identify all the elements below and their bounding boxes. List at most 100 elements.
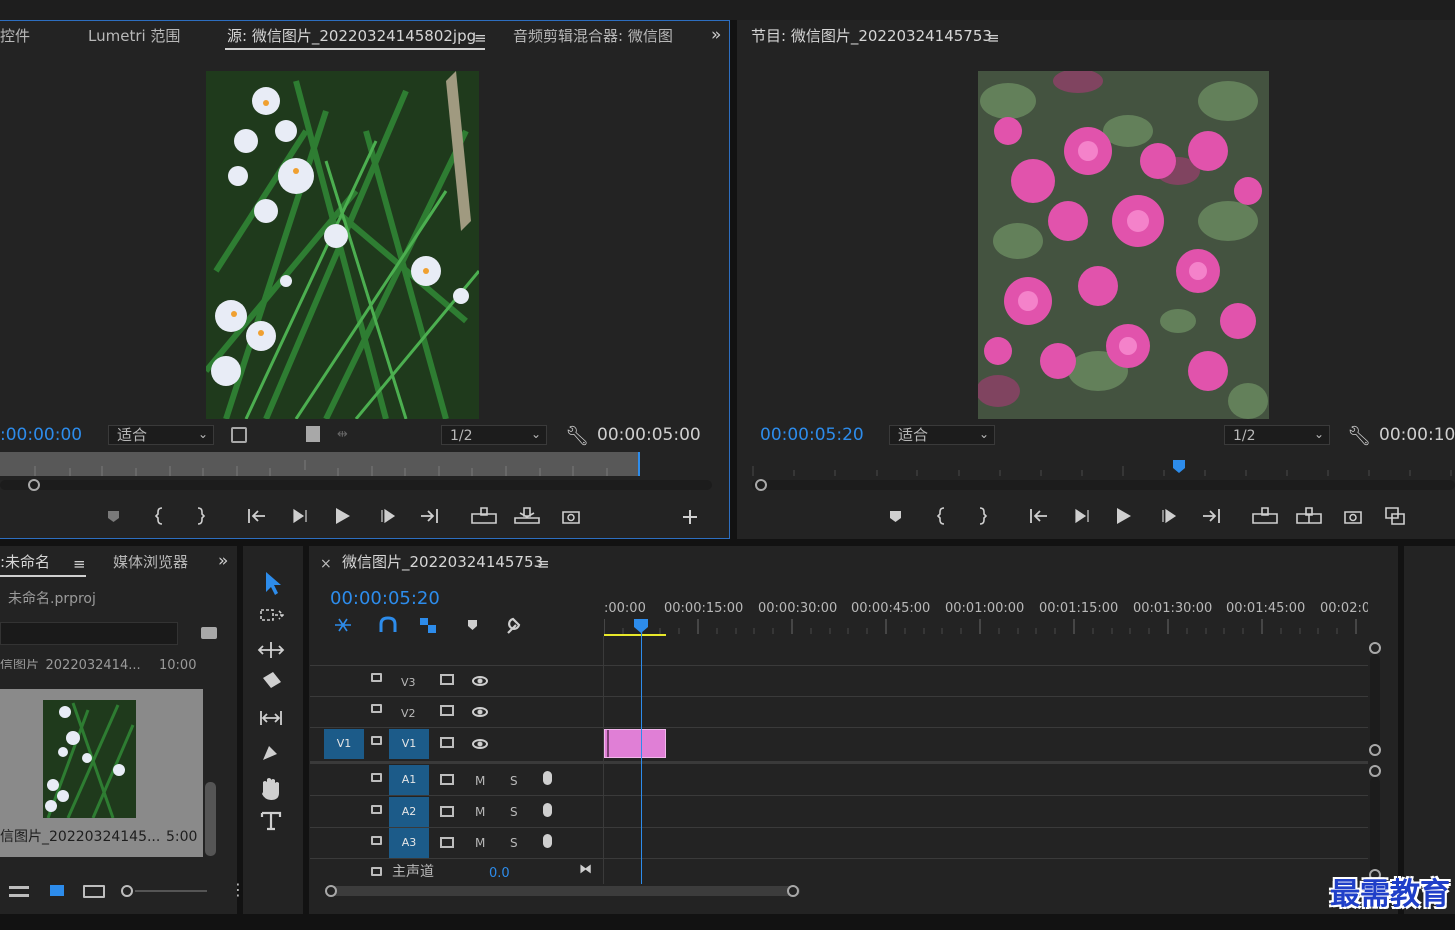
go-to-in-out-icon[interactable]: ⧓ <box>579 862 592 877</box>
video-zoom-handle-bottom[interactable] <box>1369 744 1381 756</box>
project-search-input[interactable] <box>0 622 178 645</box>
track-target-a3[interactable]: A3 <box>389 828 429 858</box>
track-name-v3[interactable]: V3 <box>401 677 416 688</box>
step-forward-icon <box>1162 508 1177 524</box>
master-volume-value[interactable]: 0.0 <box>489 867 510 880</box>
audio-zoom-track[interactable] <box>1370 777 1380 873</box>
go-to-in-icon <box>248 509 265 523</box>
timeline-scrollbar-track[interactable] <box>330 886 800 896</box>
video-zoom-track[interactable] <box>1370 654 1380 750</box>
solo-button-a2[interactable]: S <box>510 806 518 818</box>
hamburger-icon[interactable]: ≡ <box>474 31 487 46</box>
tab-project[interactable]: :未命名 <box>0 555 50 570</box>
microphone-icon[interactable] <box>543 803 552 817</box>
program-monitor-title[interactable]: 节目: 微信图片_20220324145753 <box>751 29 992 44</box>
sync-lock-icon[interactable] <box>440 806 454 817</box>
list-view-icon[interactable] <box>9 886 29 897</box>
film-frame-icon[interactable] <box>306 426 320 442</box>
project-item-top-name[interactable]: 信图片_2022032414... <box>0 659 141 669</box>
source-resolution-select[interactable]: 1/2 ⌄ <box>441 425 547 445</box>
project-vertical-scrollbar[interactable] <box>205 782 216 856</box>
project-tab-underline <box>0 575 86 577</box>
lock-icon[interactable] <box>371 867 382 876</box>
source-scrollbar-track[interactable] <box>0 480 712 490</box>
track-target-v1[interactable]: V1 <box>389 729 429 759</box>
lock-icon[interactable] <box>371 673 382 682</box>
source-fit-select[interactable]: 适合 ⌄ <box>108 425 214 445</box>
search-bin-icon[interactable] <box>201 627 217 639</box>
project-item-thumbnail-card[interactable]: 信图片_20220324145... 5:00 <box>0 689 203 857</box>
zoom-slider-handle[interactable] <box>121 885 133 897</box>
sync-lock-icon[interactable] <box>440 737 454 748</box>
safe-margins-icon[interactable] <box>231 427 247 443</box>
solo-button-a1[interactable]: S <box>510 775 518 787</box>
program-scroll-handle[interactable] <box>755 479 767 491</box>
lock-icon[interactable] <box>371 736 382 745</box>
track-target-a2[interactable]: A2 <box>389 797 429 827</box>
timeline-timecode[interactable]: 00:00:05:20 <box>330 590 440 608</box>
eye-icon[interactable] <box>472 676 488 686</box>
track-name-v2[interactable]: V2 <box>401 708 416 719</box>
video-audio-divider <box>310 761 1368 764</box>
tab-audio-clip-mixer[interactable]: 音频剪辑混合器: 微信图 <box>513 29 683 44</box>
program-current-timecode[interactable]: 00:00:05:20 <box>760 427 864 444</box>
tab-effect-controls[interactable]: 控件 <box>0 29 30 44</box>
master-track-label: 主声道 <box>392 864 434 880</box>
wrench-icon[interactable]: 🔧︎ <box>1347 424 1371 447</box>
program-scrollbar-track[interactable] <box>752 480 1455 490</box>
hamburger-icon[interactable]: ≡ <box>73 557 86 572</box>
overwrite-icon <box>514 507 540 524</box>
freeform-view-icon[interactable] <box>83 885 105 898</box>
hamburger-icon[interactable]: ≡ <box>987 31 1000 46</box>
timeline-clip-v1[interactable] <box>604 729 666 758</box>
hamburger-icon[interactable]: ≡ <box>537 557 550 572</box>
mute-button-a2[interactable]: M <box>475 806 485 818</box>
mute-button-a3[interactable]: M <box>475 837 485 849</box>
eye-icon[interactable] <box>472 707 488 717</box>
sequence-tab[interactable]: 微信图片_20220324145753 <box>342 555 543 570</box>
program-time-ruler[interactable] <box>737 456 1455 478</box>
lock-icon[interactable] <box>371 805 382 814</box>
timeline-close-button[interactable]: × <box>320 557 332 571</box>
track-select-tool-icon <box>260 609 285 621</box>
zoom-slider-track[interactable] <box>135 890 207 892</box>
program-resolution-select[interactable]: 1/2 ⌄ <box>1224 425 1330 445</box>
sync-lock-icon[interactable] <box>440 705 454 716</box>
sync-lock-icon[interactable] <box>440 774 454 785</box>
source-current-timecode[interactable]: :00:00:00 <box>0 427 82 444</box>
microphone-icon[interactable] <box>543 771 552 785</box>
double-chevron-icon[interactable]: » <box>711 27 721 44</box>
track-target-a1[interactable]: A1 <box>389 765 429 795</box>
step-forward-icon <box>381 508 396 524</box>
eye-icon[interactable] <box>472 739 488 749</box>
audio-zoom-handle-top[interactable] <box>1369 765 1381 777</box>
timeline-scroll-handle-left[interactable] <box>325 885 337 897</box>
source-scroll-handle[interactable] <box>28 479 40 491</box>
program-fit-select[interactable]: 适合 ⌄ <box>889 425 995 445</box>
microphone-icon[interactable] <box>543 834 552 848</box>
icon-view-icon[interactable] <box>50 885 64 896</box>
lock-icon[interactable] <box>371 773 382 782</box>
sync-lock-icon[interactable] <box>440 837 454 848</box>
lock-icon[interactable] <box>371 704 382 713</box>
lock-icon[interactable] <box>371 836 382 845</box>
clip-edit-marker <box>607 730 609 757</box>
timeline-ruler[interactable]: :00:00 00:00:15:00 00:00:30:00 00:00:45:… <box>604 600 1368 636</box>
program-transport-bar <box>890 507 1405 525</box>
ripple-edit-tool-icon <box>257 642 285 658</box>
wrench-icon[interactable]: 🔧︎ <box>565 424 589 447</box>
tab-source[interactable]: 源: 微信图片_20220324145802jpg <box>227 29 476 44</box>
mute-button-a1[interactable]: M <box>475 775 485 787</box>
tab-media-browser[interactable]: 媒体浏览器 <box>113 555 188 570</box>
source-patch-label: V1 <box>336 737 352 750</box>
timeline-scroll-handle-right[interactable] <box>787 885 799 897</box>
tab-lumetri-scopes[interactable]: Lumetri 范围 <box>88 29 180 44</box>
source-time-ruler[interactable] <box>0 452 640 476</box>
video-zoom-handle-top[interactable] <box>1369 642 1381 654</box>
solo-button-a3[interactable]: S <box>510 837 518 849</box>
drag-video-icon[interactable]: ⇹ <box>337 427 348 442</box>
sync-lock-icon[interactable] <box>440 674 454 685</box>
chevron-down-icon: ⌄ <box>1313 427 1324 441</box>
source-patch-v1[interactable]: V1 <box>324 729 364 759</box>
double-chevron-icon[interactable]: » <box>218 553 228 570</box>
